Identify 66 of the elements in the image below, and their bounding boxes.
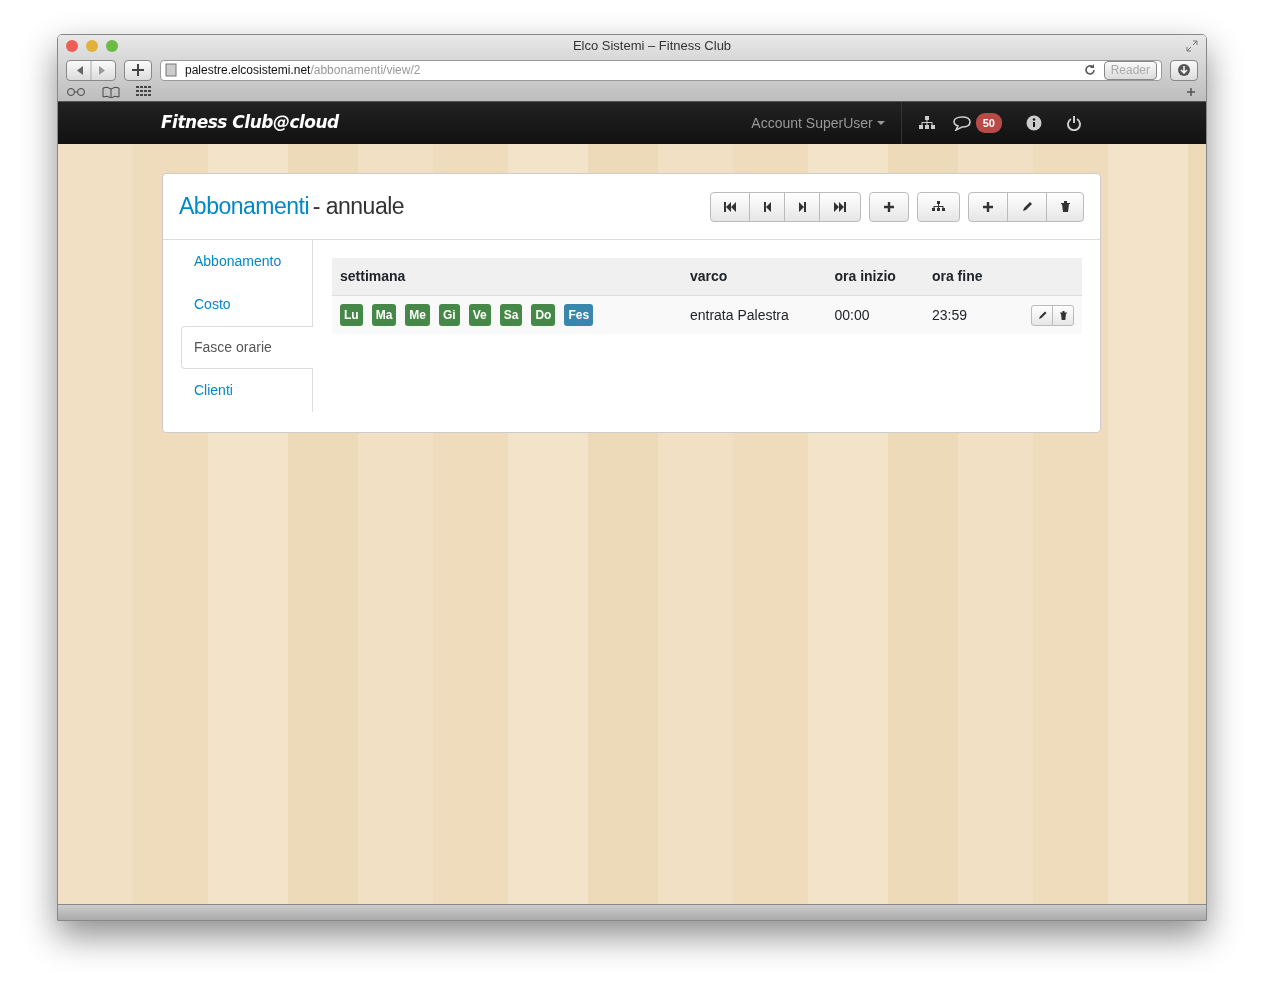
day-label: Ma (371, 304, 397, 326)
brand-logo[interactable]: Fitness Club@cloud (161, 110, 339, 136)
column-header: varco (681, 258, 827, 296)
plus-icon (131, 63, 145, 77)
day-label: Do (531, 304, 556, 326)
day-label: Gi (439, 304, 460, 326)
caret-icon (876, 120, 885, 126)
add-tab-icon[interactable] (1184, 86, 1198, 98)
reload-icon[interactable] (1083, 64, 1096, 76)
day-label: Sa (499, 304, 523, 326)
table-cell: 00:00 (826, 295, 924, 334)
step-back-icon (762, 201, 772, 212)
pencil-icon (1037, 310, 1047, 320)
back-forward-buttons[interactable] (66, 59, 116, 81)
column-header: ora inizio (826, 258, 924, 296)
side-tab[interactable]: Clienti (181, 369, 313, 412)
power-icon[interactable] (1066, 115, 1082, 131)
trash-icon (1060, 201, 1070, 212)
account-menu[interactable]: Account SuperUser (751, 112, 885, 134)
side-tab[interactable]: Abbonamento (181, 240, 313, 283)
skip-last-icon (833, 201, 847, 212)
day-label: Ve (468, 304, 491, 326)
downloads-button[interactable] (1170, 59, 1198, 81)
day-label: Me (405, 304, 430, 326)
skip-first-icon (723, 201, 737, 212)
previous-button[interactable] (749, 191, 785, 222)
next-button[interactable] (784, 191, 820, 222)
glasses-icon[interactable] (66, 87, 86, 97)
download-icon (1177, 63, 1191, 77)
table-cell: entrata Palestra (681, 295, 827, 334)
column-header: settimana (332, 258, 682, 296)
step-forward-icon (797, 201, 807, 212)
column-header: ora fine (923, 258, 1008, 296)
last-button[interactable] (819, 191, 861, 222)
day-label: Lu (340, 304, 363, 326)
add-button[interactable] (968, 191, 1008, 222)
book-icon[interactable] (102, 86, 120, 98)
day-label: Fes (564, 304, 594, 326)
side-tab[interactable]: Costo (181, 283, 313, 326)
plus-icon (883, 200, 895, 213)
new-tab-button[interactable] (124, 59, 152, 81)
fullscreen-icon[interactable] (1186, 40, 1198, 52)
sitemap-icon[interactable] (917, 115, 936, 131)
edit-button[interactable] (1031, 304, 1053, 326)
grid-icon[interactable] (136, 86, 152, 98)
info-icon[interactable] (1026, 115, 1042, 131)
side-tab[interactable]: Fasce orarie (181, 326, 313, 369)
page-title: Abbonamenti (179, 193, 310, 220)
plus-icon (982, 200, 994, 213)
page-subtitle: - annuale (312, 193, 405, 220)
delete-button[interactable] (1052, 304, 1074, 326)
address-bar[interactable]: palestre.elcosistemi.net/abbonamenti/view/2 Reader (160, 59, 1162, 81)
add-button[interactable] (869, 191, 909, 222)
sitemap-button[interactable] (917, 191, 960, 222)
trash-icon (1059, 310, 1067, 320)
table-cell: 23:59 (923, 295, 1008, 334)
delete-button[interactable] (1046, 191, 1084, 222)
first-button[interactable] (710, 191, 750, 222)
page-icon (165, 63, 177, 77)
url-text: palestre.elcosistemi.net/abbonamenti/view/2 (185, 62, 421, 79)
sitemap-icon (932, 201, 945, 212)
close-icon[interactable] (66, 40, 78, 52)
pencil-icon (1021, 201, 1033, 212)
chat-bubble-icon[interactable] (951, 115, 972, 131)
notification-badge: 50 (975, 112, 1002, 134)
window-title: Elco Sistemi – Fitness Club (572, 37, 732, 56)
